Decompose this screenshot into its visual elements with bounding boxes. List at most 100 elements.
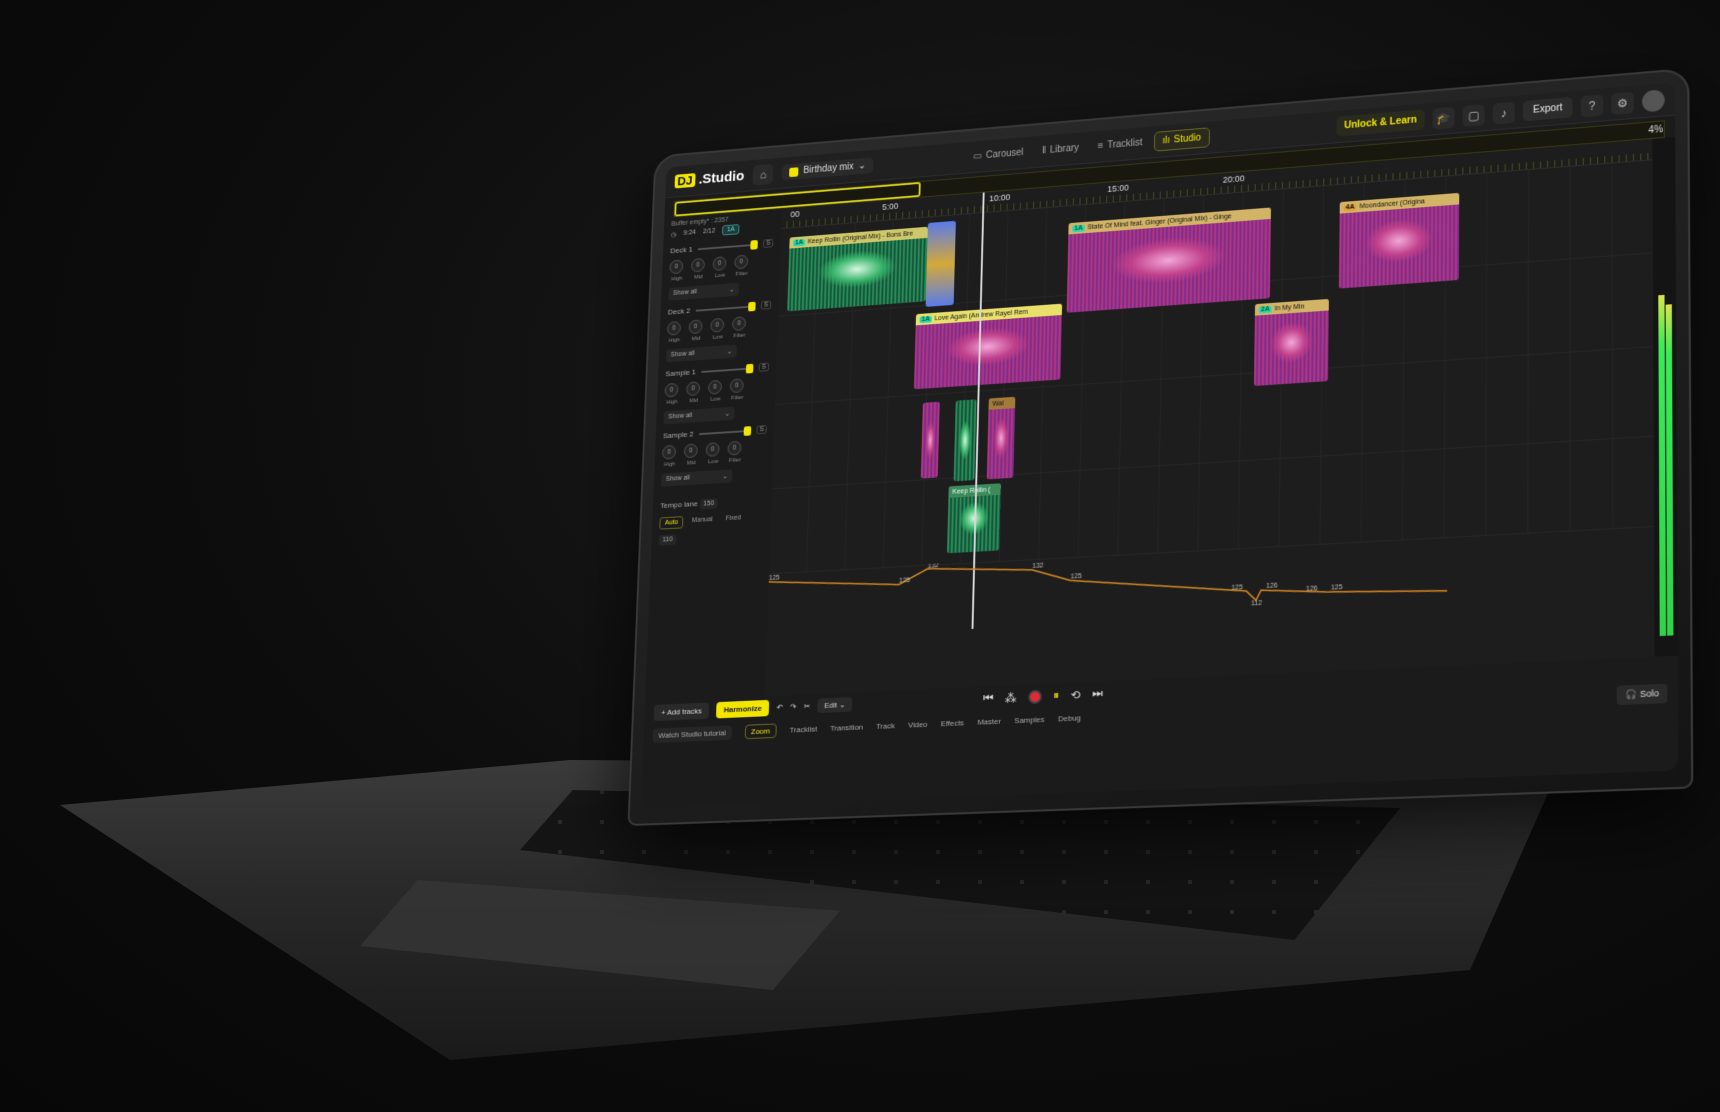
undo-icon[interactable]: ↶ bbox=[776, 703, 783, 712]
show-all-select[interactable]: Show all ⌄ bbox=[668, 283, 739, 301]
avatar[interactable] bbox=[1642, 89, 1665, 112]
high-knob[interactable]: 0 High bbox=[669, 259, 685, 282]
tab-debug[interactable]: Debug bbox=[1058, 714, 1081, 724]
help-icon[interactable]: ? bbox=[1581, 94, 1603, 117]
export-button[interactable]: Export bbox=[1523, 97, 1573, 121]
high-knob[interactable]: 0 High bbox=[664, 383, 680, 406]
tab-library[interactable]: ‖ Library bbox=[1034, 138, 1086, 162]
tab-label: Studio bbox=[1174, 133, 1201, 146]
tempo-point-label: 132 bbox=[928, 562, 939, 570]
tab-master[interactable]: Master bbox=[977, 717, 1001, 727]
mid-knob[interactable]: 0 Mid bbox=[683, 443, 699, 466]
transition-block[interactable] bbox=[926, 221, 956, 307]
tab-tracklist[interactable]: ≡ Tracklist bbox=[1090, 132, 1150, 157]
clip-state-of-mind[interactable]: 1A State Of Mind feat. Ginger (Original M… bbox=[1067, 207, 1271, 312]
edit-menu[interactable]: Edit ⌄ bbox=[817, 697, 852, 713]
redo-icon[interactable]: ↷ bbox=[790, 702, 797, 711]
clip-sample-pink[interactable] bbox=[921, 402, 940, 479]
high-knob[interactable]: 0 High bbox=[667, 321, 683, 344]
tab-transition[interactable]: Transition bbox=[830, 723, 863, 733]
filter-knob[interactable]: 0 Filter bbox=[727, 441, 743, 464]
solo-button[interactable]: 🎧 Solo bbox=[1617, 684, 1667, 706]
tab-zoom[interactable]: Zoom bbox=[744, 723, 776, 739]
chevron-down-icon: ⌄ bbox=[858, 161, 866, 172]
home-icon[interactable]: ⌂ bbox=[753, 163, 774, 185]
tab-carousel[interactable]: ▭ Carousel bbox=[966, 142, 1032, 167]
tempo-min[interactable]: 110 bbox=[659, 534, 677, 545]
chat-icon[interactable]: ▢ bbox=[1463, 104, 1485, 127]
pause-icon[interactable]: ⏸ bbox=[1053, 688, 1059, 703]
add-tracks-button[interactable]: + Add tracks bbox=[654, 702, 710, 721]
solo-toggle[interactable]: S bbox=[761, 301, 771, 310]
skip-forward-icon[interactable]: ⏭ bbox=[1092, 686, 1103, 701]
low-knob[interactable]: 0 Low bbox=[710, 318, 726, 341]
timeline[interactable]: 00 5:00 10:00 15:00 20:00 1A Keep Rollin … bbox=[765, 139, 1655, 696]
gear-icon[interactable]: ⚙ bbox=[1611, 91, 1634, 114]
clip-wal[interactable]: Wal bbox=[987, 397, 1016, 480]
bell-icon[interactable]: ♪ bbox=[1493, 101, 1515, 124]
mix-selector[interactable]: Birthday mix ⌄ bbox=[782, 157, 873, 180]
tempo-mode-auto[interactable]: Auto bbox=[659, 516, 683, 530]
mid-knob[interactable]: 0 Mid bbox=[688, 319, 704, 342]
mid-knob[interactable]: 0 Mid bbox=[686, 381, 702, 404]
time-readout: 9:24 bbox=[683, 229, 695, 236]
unlock-learn-button[interactable]: Unlock & Learn bbox=[1336, 109, 1425, 136]
loop-icon[interactable]: ⟲ bbox=[1071, 688, 1081, 702]
headphones-icon: 🎧 bbox=[1625, 689, 1637, 700]
show-all-select[interactable]: Show all ⌄ bbox=[666, 345, 737, 363]
transport-controls: ⏮ ⁂ ⏸ ⟲ ⏭ bbox=[983, 686, 1103, 706]
tab-studio[interactable]: ılı Studio bbox=[1154, 127, 1210, 151]
clip-in-my-mind[interactable]: 2A In My Min bbox=[1254, 299, 1329, 386]
high-knob[interactable]: 0 High bbox=[662, 445, 678, 468]
watch-tutorial-button[interactable]: Watch Studio tutorial bbox=[653, 725, 732, 743]
filter-knob[interactable]: 0 Filter bbox=[734, 254, 750, 277]
tracklist-icon: ≡ bbox=[1098, 141, 1104, 152]
show-all-select[interactable]: Show all ⌄ bbox=[663, 407, 734, 425]
graduation-cap-icon[interactable]: 🎓 bbox=[1433, 106, 1455, 129]
skip-back-icon[interactable]: ⏮ bbox=[983, 691, 994, 706]
clip-moondancer[interactable]: 4A Moondancer (Origina bbox=[1339, 193, 1459, 289]
solo-toggle[interactable]: S bbox=[763, 239, 773, 248]
clip-keep-rollin[interactable]: 1A Keep Rollin (Original Mix) - Bons Bre bbox=[787, 227, 928, 312]
show-all-select[interactable]: Show all ⌄ bbox=[661, 469, 732, 486]
tempo-mode-manual[interactable]: Manual bbox=[687, 514, 718, 528]
deck-name: Deck 1 bbox=[670, 245, 693, 255]
mid-knob[interactable]: 0 Mid bbox=[691, 258, 707, 281]
volume-slider[interactable] bbox=[699, 429, 751, 434]
cue-icon[interactable]: ⁂ bbox=[1005, 690, 1017, 704]
volume-slider[interactable] bbox=[701, 367, 753, 372]
filter-knob[interactable]: 0 Filter bbox=[729, 378, 745, 401]
tempo-point-label: 126 bbox=[1306, 585, 1318, 593]
app-logo[interactable]: DJ .Studio bbox=[674, 168, 744, 189]
mix-name: Birthday mix bbox=[803, 162, 854, 176]
volume-slider[interactable] bbox=[696, 305, 756, 311]
volume-slider[interactable] bbox=[698, 243, 758, 249]
tempo-max[interactable]: 150 bbox=[700, 498, 718, 509]
low-knob[interactable]: 0 Low bbox=[705, 442, 721, 465]
tab-samples[interactable]: Samples bbox=[1014, 715, 1044, 725]
tab-label: Library bbox=[1050, 143, 1079, 156]
low-knob[interactable]: 0 Low bbox=[708, 380, 724, 403]
logo-dj: DJ bbox=[675, 173, 696, 188]
tab-tracklist-bottom[interactable]: Tracklist bbox=[789, 725, 817, 735]
sample-1: Sample 1 S 0 High 0 Mid 0 Low 0 Filter Show a… bbox=[663, 363, 769, 425]
tab-video[interactable]: Video bbox=[908, 720, 928, 730]
solo-toggle[interactable]: S bbox=[759, 363, 769, 372]
key-badge: 1A bbox=[722, 224, 739, 235]
clip-sample-green[interactable] bbox=[954, 399, 977, 481]
harmonize-button[interactable]: Harmonize bbox=[716, 700, 769, 719]
record-button[interactable] bbox=[1028, 689, 1042, 703]
tempo-lane-label: Tempo lane bbox=[660, 499, 698, 510]
tab-track[interactable]: Track bbox=[876, 721, 895, 731]
tempo-point-label: 125 bbox=[1331, 584, 1343, 592]
tab-effects[interactable]: Effects bbox=[941, 718, 964, 728]
ruler-tick: 00 bbox=[790, 209, 799, 219]
solo-toggle[interactable]: S bbox=[756, 425, 766, 434]
tempo-mode-fixed[interactable]: Fixed bbox=[721, 512, 746, 526]
clip-love-again[interactable]: 1ALove Again (Andrew Rayel Rem bbox=[914, 304, 1062, 390]
deck-1: Deck 1 S 0 High 0 Mid 0 Low 0 Filter Show all… bbox=[668, 239, 773, 301]
filter-knob[interactable]: 0 Filter bbox=[732, 316, 748, 339]
deck-name: Sample 1 bbox=[665, 368, 696, 378]
low-knob[interactable]: 0 Low bbox=[712, 256, 728, 279]
scissors-icon[interactable]: ✂ bbox=[804, 702, 811, 711]
